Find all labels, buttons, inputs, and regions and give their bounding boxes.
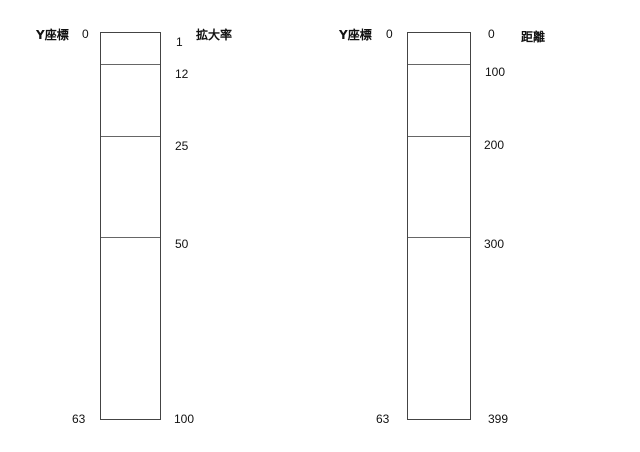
distance-label: 100 — [485, 65, 506, 79]
distance-label: 200 — [484, 138, 505, 152]
bar-divider — [101, 136, 160, 137]
magnification-label: 25 — [175, 139, 189, 153]
distance-heading: 距離 — [521, 30, 546, 44]
distance-label: 300 — [484, 237, 505, 251]
bar-divider — [101, 64, 160, 65]
distance-label: 0 — [488, 27, 495, 41]
magnification-label: 50 — [175, 237, 189, 251]
magnification-bar — [100, 32, 161, 420]
bar-divider — [408, 237, 470, 238]
y-top-label: 0 — [386, 27, 393, 41]
magnification-heading: 拡大率 — [196, 28, 233, 42]
bar-divider — [101, 237, 160, 238]
magnification-label: 100 — [174, 412, 195, 426]
bar-divider — [408, 136, 470, 137]
y-coordinate-heading: Y座標 — [339, 28, 372, 42]
y-coordinate-heading: Y座標 — [36, 28, 69, 42]
y-top-label: 0 — [82, 27, 89, 41]
magnification-label: 1 — [176, 35, 183, 49]
distance-bar — [407, 32, 471, 420]
distance-label: 399 — [488, 412, 509, 426]
y-bottom-label: 63 — [72, 412, 86, 426]
bar-divider — [408, 64, 470, 65]
magnification-label: 12 — [175, 67, 189, 81]
y-bottom-label: 63 — [376, 412, 390, 426]
diagram-canvas: Y座標 0 63 拡大率 1 12 25 50 100 Y座標 0 63 距離 … — [0, 0, 640, 452]
